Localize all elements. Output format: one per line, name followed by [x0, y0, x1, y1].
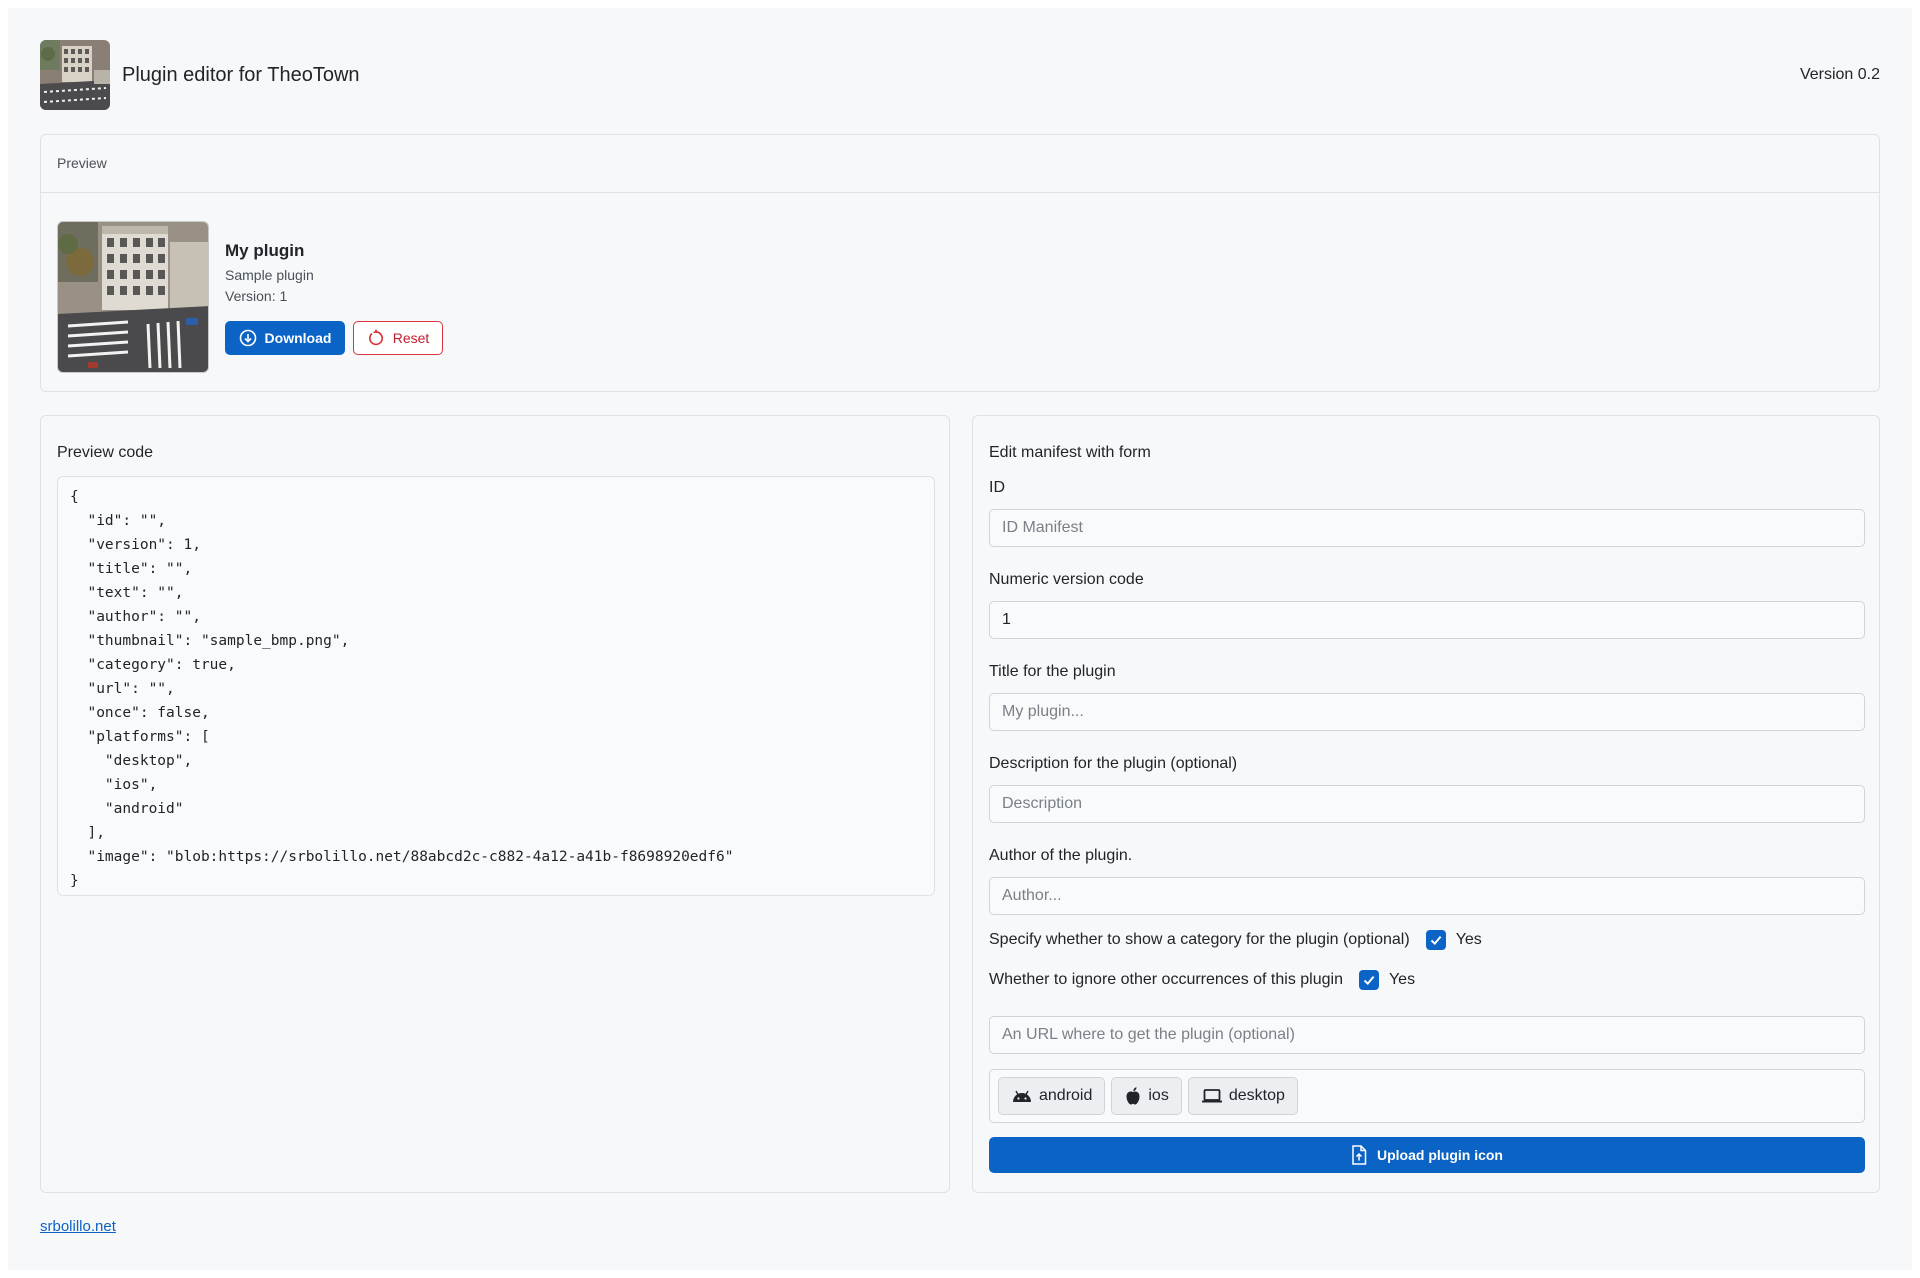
- page: Plugin editor for TheoTown Version 0.2 P…: [8, 8, 1912, 1270]
- upload-label: Upload plugin icon: [1377, 1147, 1503, 1163]
- once-row: Whether to ignore other occurrences of t…: [989, 970, 1415, 990]
- check-icon: [1363, 975, 1375, 986]
- preview-code-heading: Preview code: [57, 444, 154, 461]
- code-preview[interactable]: { "id": "", "version": 1, "title": "", "…: [57, 476, 935, 896]
- plugin-subtitle: Sample plugin: [225, 267, 314, 283]
- download-label: Download: [264, 330, 332, 346]
- plugin-thumbnail: [57, 221, 209, 373]
- manifest-form-card: Edit manifest with form ID Numeric versi…: [972, 415, 1880, 1193]
- apple-icon: [1126, 1087, 1140, 1105]
- check-icon: [1430, 935, 1442, 946]
- form-heading: Edit manifest with form: [989, 444, 1151, 461]
- city-aerial-thumbnail-icon: [58, 222, 208, 372]
- reset-label: Reset: [392, 330, 430, 346]
- preview-card: Preview My plugin Sample plugin Version:…: [40, 134, 1880, 392]
- platform-android-button[interactable]: android: [998, 1077, 1106, 1115]
- file-upload-icon: [1352, 1145, 1367, 1165]
- app-title: Plugin editor for TheoTown: [122, 64, 360, 86]
- download-button[interactable]: Download: [225, 321, 345, 355]
- once-yes-label: Yes: [1388, 971, 1416, 988]
- app-logo: [40, 40, 110, 110]
- id-label: ID: [989, 479, 1005, 496]
- plugin-version: Version: 1: [225, 288, 288, 304]
- upload-plugin-icon-button[interactable]: Upload plugin icon: [989, 1137, 1865, 1173]
- category-row: Specify whether to show a category for t…: [989, 930, 1482, 950]
- id-input[interactable]: [989, 509, 1865, 547]
- preview-body: My plugin Sample plugin Version: 1 Downl…: [41, 193, 1879, 391]
- platform-ios-button[interactable]: ios: [1111, 1077, 1182, 1115]
- preview-code-card: Preview code { "id": "", "version": 1, "…: [40, 415, 950, 1193]
- platform-desktop-button[interactable]: desktop: [1187, 1077, 1298, 1115]
- version-label: Numeric version code: [989, 571, 1144, 588]
- title-label: Title for the plugin: [989, 663, 1116, 680]
- footer-link[interactable]: srbolillo.net: [40, 1218, 116, 1235]
- category-checkbox[interactable]: [1425, 930, 1446, 950]
- category-label: Specify whether to show a category for t…: [989, 931, 1410, 948]
- reset-icon: [368, 329, 383, 346]
- description-label: Description for the plugin (optional): [989, 755, 1238, 772]
- plugin-title: My plugin: [225, 241, 305, 260]
- platforms-group: android ios desktop: [989, 1069, 1865, 1123]
- author-label: Author of the plugin.: [989, 847, 1133, 864]
- download-circle-icon: [239, 329, 256, 347]
- version-input[interactable]: [989, 601, 1865, 639]
- android-icon: [1013, 1090, 1031, 1102]
- author-input[interactable]: [989, 877, 1865, 915]
- url-input[interactable]: [989, 1016, 1865, 1054]
- title-input[interactable]: [989, 693, 1865, 731]
- once-label: Whether to ignore other occurrences of t…: [989, 971, 1343, 988]
- once-checkbox[interactable]: [1358, 970, 1379, 990]
- preview-heading: Preview: [41, 135, 1879, 193]
- platform-ios-label: ios: [1148, 1087, 1169, 1104]
- platform-android-label: android: [1039, 1087, 1093, 1104]
- reset-button[interactable]: Reset: [353, 321, 443, 355]
- description-input[interactable]: [989, 785, 1865, 823]
- header: Plugin editor for TheoTown Version 0.2: [40, 40, 1880, 110]
- city-aerial-logo-icon: [40, 40, 110, 110]
- category-yes-label: Yes: [1455, 931, 1482, 948]
- app-version: Version 0.2: [1799, 66, 1880, 83]
- laptop-icon: [1201, 1089, 1222, 1103]
- platform-desktop-label: desktop: [1228, 1087, 1285, 1104]
